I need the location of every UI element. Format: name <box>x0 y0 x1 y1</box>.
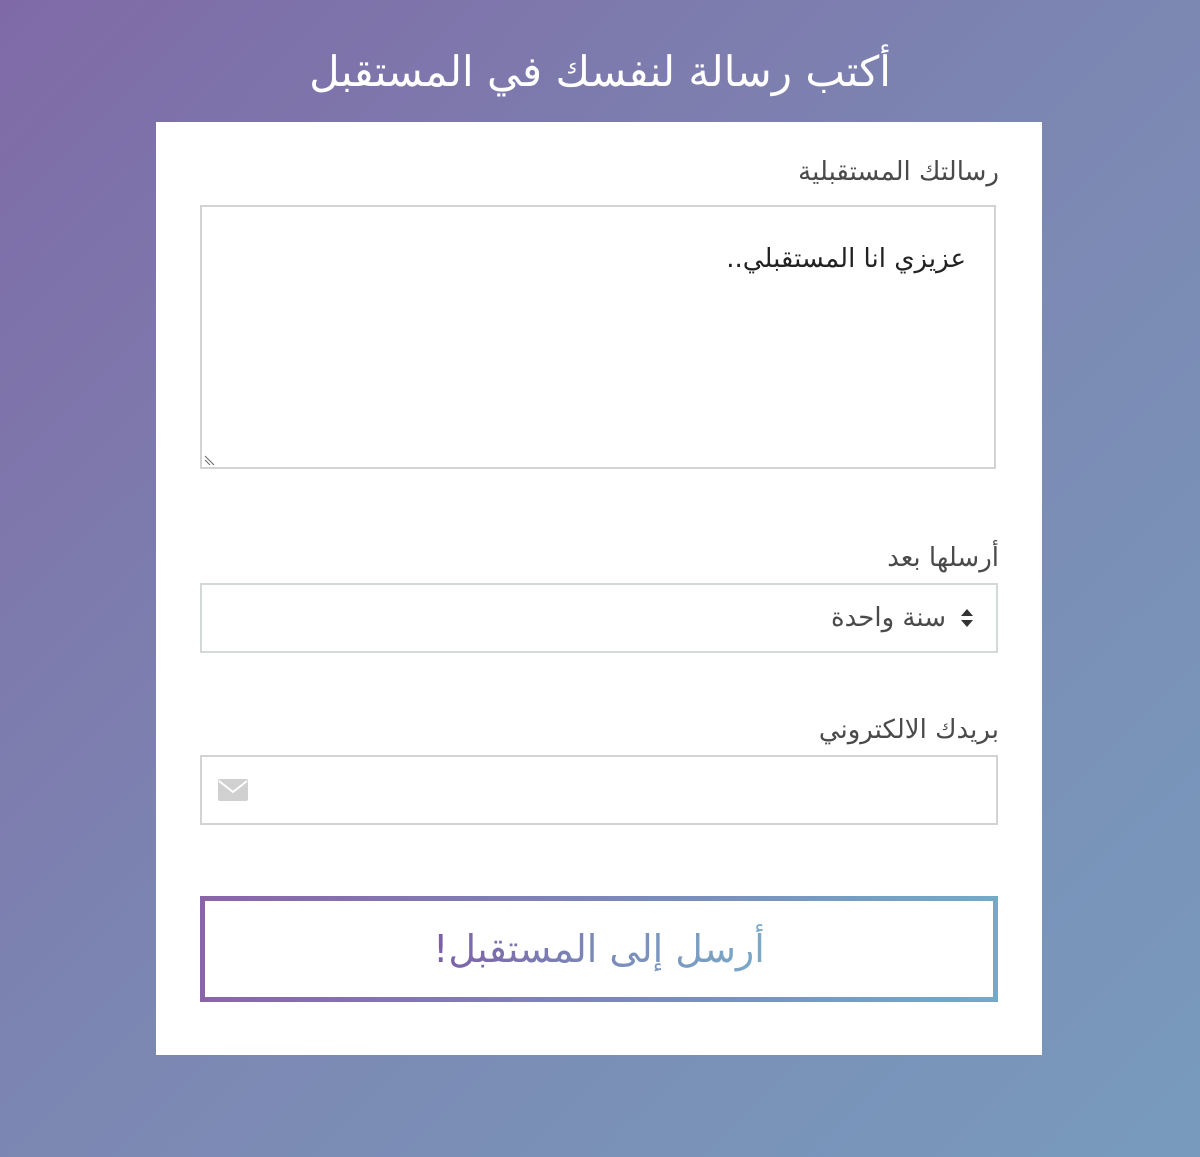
page-title: أكتب رسالة لنفسك في المستقبل <box>309 47 891 97</box>
send-after-select[interactable]: سنة واحدة <box>200 583 998 653</box>
send-to-future-button[interactable]: أرسل إلى المستقبل! <box>200 896 998 1002</box>
envelope-icon <box>218 779 248 801</box>
submit-button-label: أرسل إلى المستقبل! <box>433 924 765 974</box>
resize-handle-icon[interactable] <box>204 453 216 465</box>
email-label: بريدك الالكتروني <box>818 715 999 745</box>
message-text: عزيزي انا المستقبلي.. <box>726 244 966 274</box>
message-form-card: رسالتك المستقبلية عزيزي انا المستقبلي.. … <box>156 122 1042 1055</box>
message-label: رسالتك المستقبلية <box>798 157 999 187</box>
email-field[interactable] <box>200 755 998 825</box>
message-textarea[interactable]: عزيزي انا المستقبلي.. <box>200 205 996 469</box>
send-after-selected-value: سنة واحدة <box>831 603 946 633</box>
submit-button-inner: أرسل إلى المستقبل! <box>205 901 993 997</box>
send-after-label: أرسلها بعد <box>887 543 999 573</box>
email-input[interactable] <box>262 757 992 823</box>
sort-arrows-icon <box>961 609 973 627</box>
